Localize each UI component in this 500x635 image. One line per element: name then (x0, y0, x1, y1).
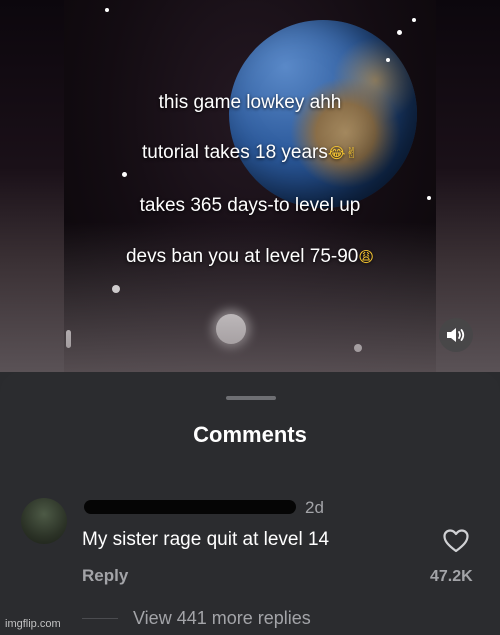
video-player[interactable]: this game lowkey ahh tutorial takes 18 y… (0, 0, 500, 372)
weary-face-icon: 😩 (358, 248, 375, 266)
caption-line-4: devs ban you at level 75-90😩 (64, 246, 436, 268)
caption-line-3: takes 365 days-to level up (64, 195, 436, 217)
comment-text: My sister rage quit at level 14 (82, 529, 330, 550)
crying-laughing-face-icon: 😂 (327, 144, 346, 162)
star (397, 30, 402, 35)
avatar[interactable] (21, 498, 67, 544)
caption-line-2: tutorial takes 18 years😂✌ (64, 142, 436, 164)
speaker-sound-icon (447, 328, 465, 342)
video-frame (64, 0, 436, 372)
star (386, 58, 390, 62)
caption-line-1: this game lowkey ahh (64, 92, 436, 114)
volume-button[interactable] (439, 318, 473, 352)
star (122, 172, 127, 177)
star (412, 18, 416, 22)
victory-hand-icon: ✌ (345, 144, 358, 162)
star (354, 344, 362, 352)
star (216, 314, 246, 344)
reply-button[interactable]: Reply (82, 566, 128, 586)
replies-divider (82, 618, 118, 619)
comment-timestamp: 2d (305, 498, 324, 517)
sheet-grab-handle[interactable] (226, 396, 276, 400)
caption-text: takes 365 days-to level up (139, 195, 361, 216)
caption-text: devs ban you at level 75-90 (125, 246, 359, 267)
view-more-replies-button[interactable]: View 441 more replies (133, 608, 311, 629)
redacted-username (84, 500, 296, 514)
like-count: 47.2K (430, 568, 473, 585)
star (66, 330, 71, 348)
star (112, 285, 120, 293)
heart-icon (443, 529, 469, 553)
caption-text: this game lowkey ahh (158, 92, 342, 113)
earth-globe-image (229, 20, 417, 208)
star (105, 8, 109, 12)
like-button[interactable] (442, 528, 470, 554)
comments-title: Comments (193, 422, 307, 447)
watermark: imgflip.com (5, 618, 61, 630)
comments-sheet: Comments 2d My sister rage quit at level… (0, 372, 500, 635)
caption-text: tutorial takes 18 years (142, 142, 328, 163)
